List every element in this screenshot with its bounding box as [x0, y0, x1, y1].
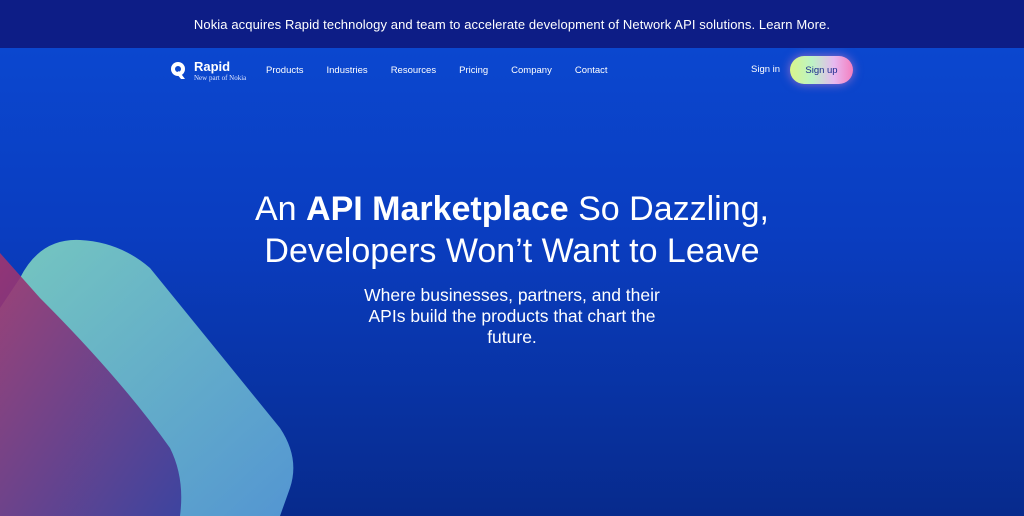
nav-company[interactable]: Company: [511, 65, 552, 76]
nav-pricing[interactable]: Pricing: [459, 65, 488, 76]
sign-up-button[interactable]: Sign up: [790, 56, 853, 84]
hero-subheadline: Where businesses, partners, and their AP…: [364, 285, 660, 347]
teal-shape: [0, 239, 294, 516]
nav-industries[interactable]: Industries: [327, 65, 368, 76]
nav-products[interactable]: Products: [266, 65, 304, 76]
hero-section: Rapid New part of Nokia Products Industr…: [0, 48, 1024, 516]
rapid-logo[interactable]: Rapid New part of Nokia: [170, 56, 246, 86]
rapid-logo-icon: [170, 61, 188, 81]
sign-in-link[interactable]: Sign in: [751, 64, 780, 75]
announcement-text[interactable]: Nokia acquires Rapid technology and team…: [194, 17, 830, 32]
logo-name: Rapid: [194, 59, 231, 74]
nav-contact[interactable]: Contact: [575, 65, 608, 76]
headline-bold: API Marketplace: [306, 190, 569, 228]
headline-suffix: So Dazzling,: [568, 190, 770, 228]
nav-links: Products Industries Resources Pricing Co…: [266, 48, 631, 92]
logo-subtitle: New part of Nokia: [194, 74, 247, 82]
hero-decorative-shapes: [0, 239, 294, 516]
headline-line-2: Developers Won’t Want to Leave: [264, 232, 760, 270]
top-navbar: Rapid New part of Nokia Products Industr…: [0, 48, 1024, 92]
nav-resources[interactable]: Resources: [391, 65, 436, 76]
announcement-bar[interactable]: Nokia acquires Rapid technology and team…: [0, 0, 1024, 48]
magenta-shape: [0, 253, 182, 516]
hero-headline: An API Marketplace So Dazzling, Develope…: [0, 188, 1024, 272]
headline-prefix: An: [254, 190, 307, 228]
